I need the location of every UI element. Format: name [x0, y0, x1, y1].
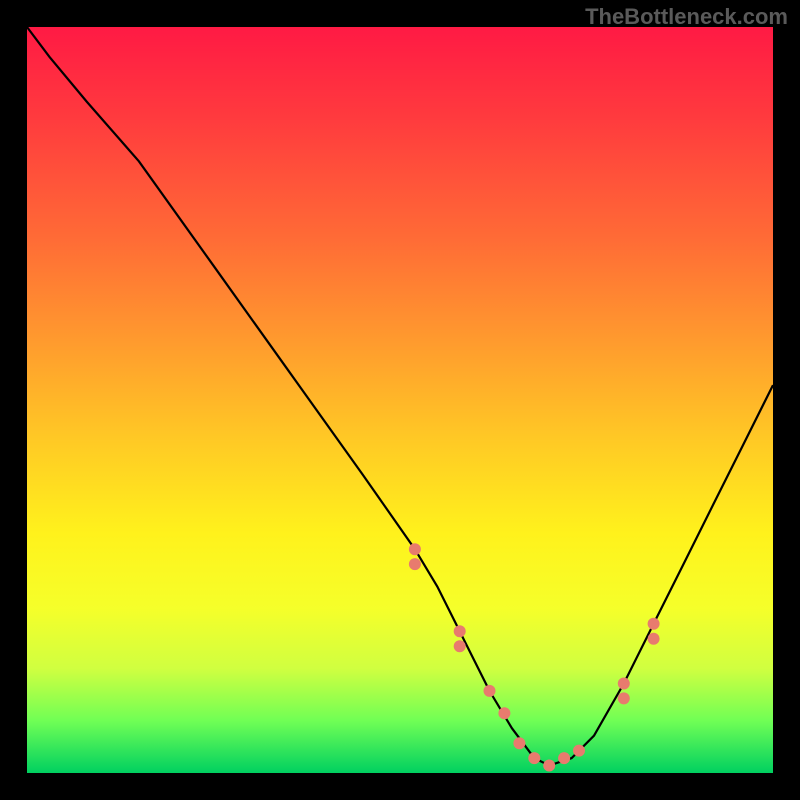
marker-dot: [454, 640, 466, 652]
marker-dot: [618, 678, 630, 690]
marker-dot: [648, 633, 660, 645]
marker-dot: [558, 752, 570, 764]
highlight-markers: [409, 543, 660, 771]
marker-dot: [528, 752, 540, 764]
watermark-text: TheBottleneck.com: [585, 4, 788, 30]
marker-dot: [573, 745, 585, 757]
bottleneck-chart: [27, 27, 773, 773]
marker-dot: [513, 737, 525, 749]
marker-dot: [648, 618, 660, 630]
marker-dot: [409, 543, 421, 555]
marker-dot: [498, 707, 510, 719]
marker-dot: [454, 625, 466, 637]
bottleneck-curve-path: [27, 27, 773, 766]
marker-dot: [543, 760, 555, 772]
marker-dot: [409, 558, 421, 570]
marker-dot: [484, 685, 496, 697]
marker-dot: [618, 692, 630, 704]
